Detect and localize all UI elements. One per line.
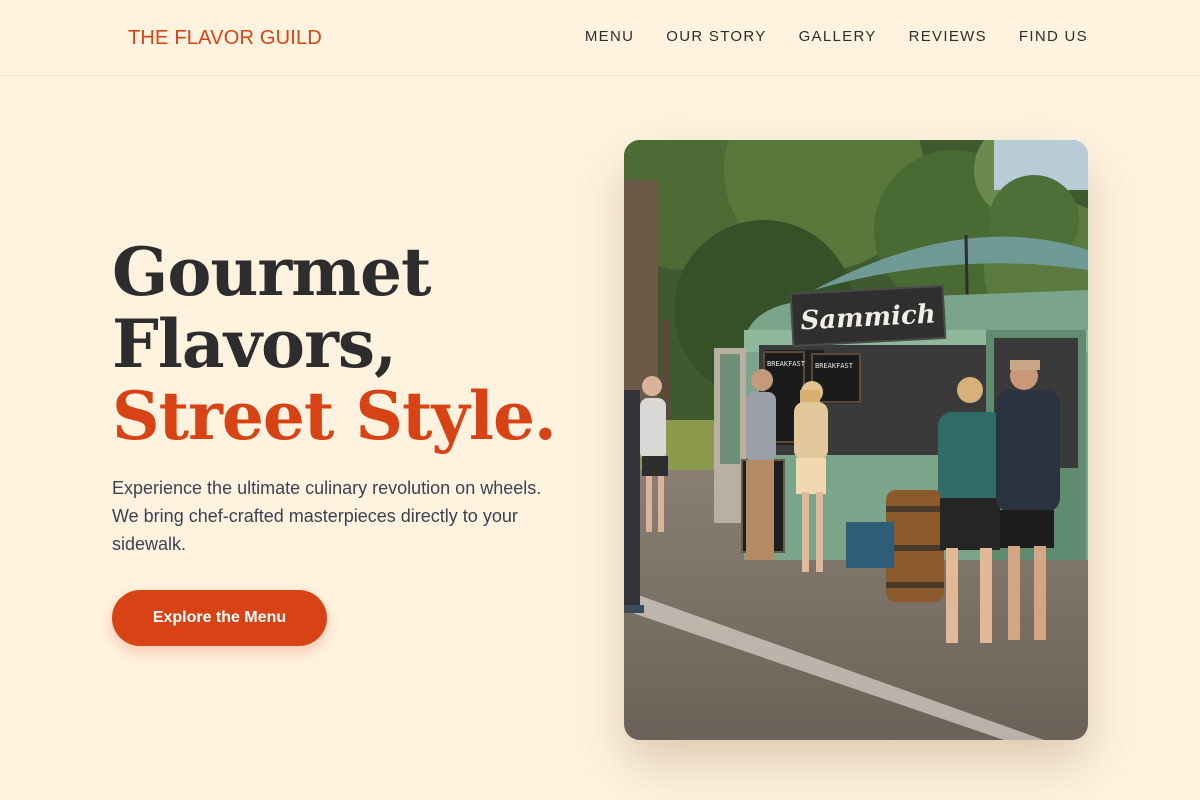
brand-logo-link[interactable]: THE FLAVOR GUILD — [128, 27, 322, 50]
main-nav: MENU OUR STORY GALLERY REVIEWS FIND US — [585, 28, 1088, 46]
food-truck-photo: BREAKFAST BREAKFAST Sammich — [624, 140, 1088, 740]
nav-link-menu[interactable]: MENU — [585, 28, 634, 45]
board-left-text: BREAKFAST — [767, 360, 806, 368]
nav-link-find-us[interactable]: FIND US — [1019, 28, 1088, 45]
top-navigation-bar: THE FLAVOR GUILD MENU OUR STORY GALLERY … — [0, 0, 1200, 76]
hero-title-line-2: Flavors, — [112, 305, 397, 383]
food-truck-illustration: BREAKFAST BREAKFAST Sammich — [624, 140, 1088, 740]
barrel — [886, 490, 944, 602]
board-right-text: BREAKFAST — [815, 362, 854, 370]
nav-item-our-story: OUR STORY — [666, 28, 766, 46]
nav-link-our-story[interactable]: OUR STORY — [666, 28, 766, 45]
nav-item-find-us: FIND US — [1019, 28, 1088, 46]
hero-title-accent-line: Street Style. — [112, 377, 557, 455]
nav-link-gallery[interactable]: GALLERY — [799, 28, 877, 45]
nav-item-gallery: GALLERY — [799, 28, 877, 46]
nav-item-reviews: REVIEWS — [909, 28, 987, 46]
hero-title: Gourmet Flavors, Street Style. — [112, 236, 592, 452]
nav-item-menu: MENU — [585, 28, 634, 46]
nav-link-reviews[interactable]: REVIEWS — [909, 28, 987, 45]
hero-subtitle: Experience the ultimate culinary revolut… — [112, 478, 542, 554]
explore-menu-button[interactable]: Explore the Menu — [112, 590, 327, 646]
hero-title-line-1: Gourmet — [112, 233, 431, 311]
